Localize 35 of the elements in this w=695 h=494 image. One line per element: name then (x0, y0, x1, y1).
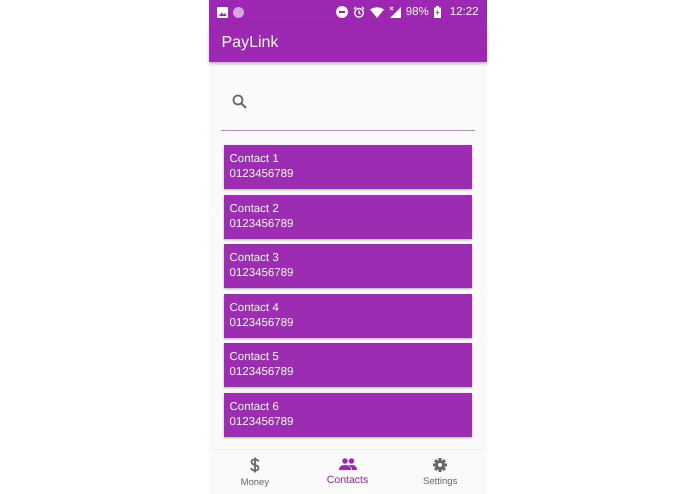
contact-name: Contact 4 (230, 300, 280, 316)
clock-time: 12:22 (450, 6, 478, 18)
wifi-icon (370, 6, 384, 18)
alarm-icon (352, 6, 365, 18)
contact-card[interactable]: Contact 3 0123456789 (224, 244, 472, 288)
contact-name: Contact 2 (230, 202, 280, 216)
circle-icon (232, 6, 244, 18)
contact-phone: 0123456789 (230, 216, 294, 232)
nav-tab[interactable]: Money (208, 450, 302, 494)
contact-card[interactable]: Contact 2 0123456789 (224, 194, 472, 238)
app-title: PayLink (222, 34, 278, 52)
nav-tab[interactable]: Contacts (301, 450, 394, 494)
contact-name: Contact 6 (230, 400, 280, 414)
contact-name: Contact 1 (230, 152, 280, 167)
image-icon (216, 6, 228, 18)
signal-icon (388, 6, 401, 18)
contact-phone: 0123456789 (230, 365, 294, 380)
battery-icon (434, 6, 441, 18)
people-icon (338, 458, 356, 470)
contact-phone: 0123456789 (230, 316, 294, 330)
contact-card[interactable]: Contact 6 0123456789 (224, 392, 472, 436)
gear-icon (433, 458, 448, 472)
contact-card[interactable]: Contact 4 0123456789 (224, 294, 472, 338)
battery-percent: 98% (406, 6, 429, 18)
contact-card[interactable]: Contact 5 0123456789 (224, 343, 472, 387)
contact-phone: 0123456789 (230, 414, 294, 430)
nav-tab[interactable]: Settings (394, 450, 487, 494)
contact-name: Contact 3 (230, 251, 280, 266)
search-icon (232, 94, 246, 108)
contact-phone: 0123456789 (230, 167, 294, 182)
do-not-disturb-icon (336, 6, 348, 18)
dollar-icon (250, 456, 260, 472)
contact-phone: 0123456789 (230, 266, 294, 281)
contact-name: Contact 5 (230, 350, 280, 365)
contact-card[interactable]: Contact 1 0123456789 (224, 145, 472, 189)
